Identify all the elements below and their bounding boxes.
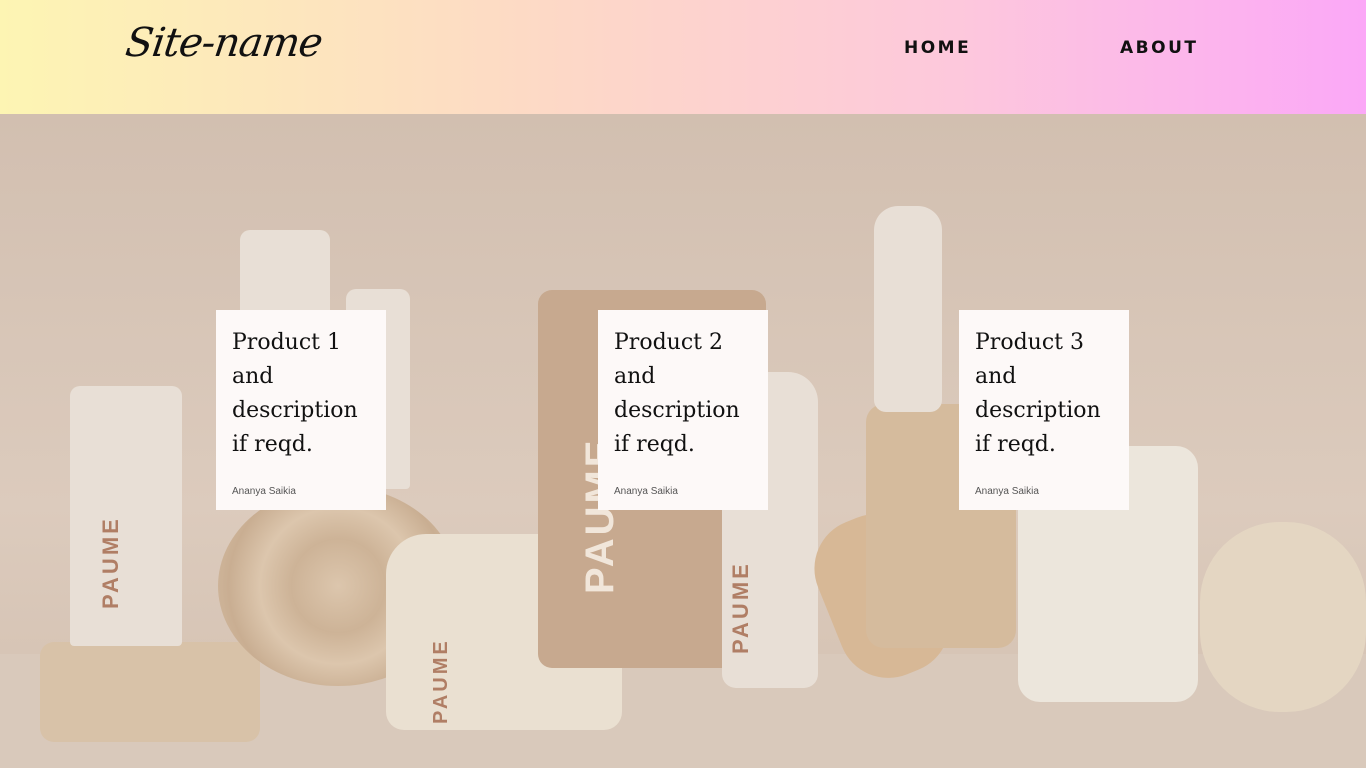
product-card-2-author: Ananya Saikia (614, 486, 678, 497)
wood-pedestal-left (40, 642, 260, 742)
product-card-1[interactable]: Product 1 and description if reqd. Anany… (216, 310, 386, 510)
nav-about-link[interactable]: ABOUT (1120, 38, 1198, 58)
site-logo[interactable]: Site-name (123, 20, 325, 66)
product-card-1-author: Ananya Saikia (232, 486, 296, 497)
brand-text-bottle: PAUME (728, 561, 753, 654)
product-card-1-title: Product 1 and description if reqd. (232, 330, 358, 457)
product-card-2[interactable]: Product 2 and description if reqd. Anany… (598, 310, 768, 510)
site-header: Site-name HOME ABOUT (0, 0, 1366, 114)
tube-product-left (70, 386, 182, 646)
product-card-3[interactable]: Product 3 and description if reqd. Anany… (959, 310, 1129, 510)
dropper-bottle (874, 206, 942, 412)
brand-text-bag: PAUME (430, 638, 452, 724)
product-card-3-title: Product 3 and description if reqd. (975, 330, 1101, 457)
brand-text-left: PAUME (98, 516, 123, 609)
product-card-3-author: Ananya Saikia (975, 486, 1039, 497)
nav-home-link[interactable]: HOME (904, 38, 971, 58)
knot-sculpture (1200, 522, 1366, 712)
hero-product-image: PAUME PAUME PAUME PAUME Product 1 and de… (0, 114, 1366, 768)
product-card-2-title: Product 2 and description if reqd. (614, 330, 740, 457)
